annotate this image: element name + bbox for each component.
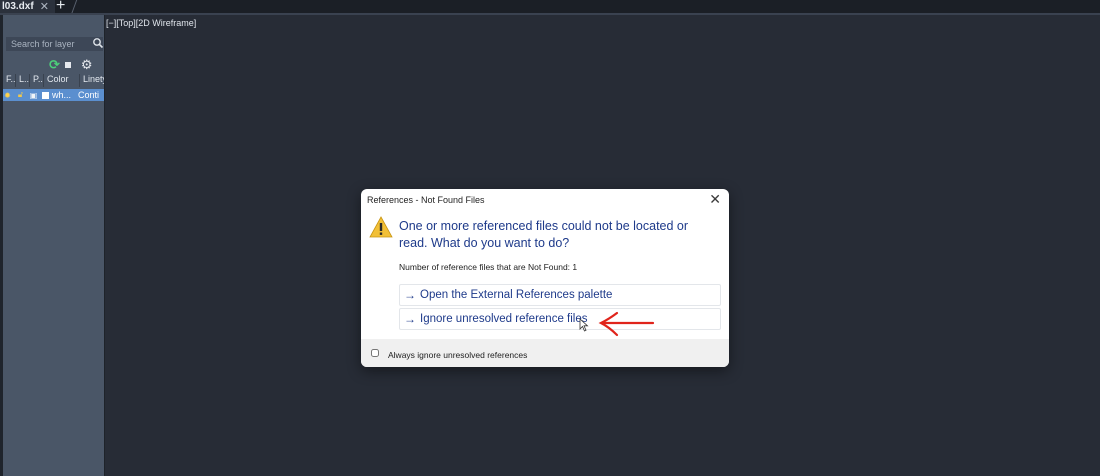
- sun-icon[interactable]: ✹: [3, 91, 12, 100]
- command-link-label: Ignore unresolved reference files: [420, 313, 588, 325]
- column-header[interactable]: Linety: [80, 74, 104, 87]
- warning-icon: [369, 216, 393, 238]
- viewport-border: [104, 15, 105, 476]
- always-ignore-checkbox[interactable]: [371, 349, 379, 357]
- panel-toolbar: ⟳ ⚙: [49, 57, 93, 73]
- column-header[interactable]: F..: [3, 74, 16, 87]
- add-tab-icon[interactable]: +: [56, 0, 65, 15]
- mouse-cursor-icon: [579, 318, 589, 332]
- gear-icon[interactable]: ⚙: [81, 57, 93, 73]
- file-tab[interactable]: l03.dxf ✕: [0, 0, 55, 13]
- references-dialog: References - Not Found Files ✕ One or mo…: [361, 189, 729, 367]
- dialog-title: References - Not Found Files: [367, 195, 485, 205]
- search-icon[interactable]: [92, 37, 104, 49]
- close-icon[interactable]: ✕: [40, 0, 49, 13]
- column-header[interactable]: P..: [30, 74, 44, 87]
- viewport-label[interactable]: [−][Top][2D Wireframe]: [106, 18, 196, 28]
- document-tab-bar: l03.dxf ✕ +: [0, 0, 1100, 15]
- column-header[interactable]: L..: [16, 74, 30, 87]
- arrow-right-icon: →: [404, 312, 416, 326]
- annotation-arrow-icon: [598, 311, 655, 337]
- always-ignore-label[interactable]: Always ignore unresolved references: [388, 350, 527, 360]
- ignore-unresolved-button[interactable]: → Ignore unresolved reference files: [399, 308, 721, 330]
- dialog-footer: Always ignore unresolved references: [361, 339, 729, 367]
- square-icon[interactable]: [64, 62, 71, 68]
- color-swatch[interactable]: [42, 91, 49, 99]
- file-tab-label: l03.dxf: [2, 1, 34, 12]
- open-xref-palette-button[interactable]: → Open the External References palette: [399, 284, 721, 306]
- layer-panel: ⟳ ⚙ F.. L.. P.. Color Linety ✹ 🔓︎ ▣ wh..…: [0, 15, 104, 476]
- not-found-count: Number of reference files that are Not F…: [399, 262, 578, 272]
- close-icon[interactable]: ✕: [709, 191, 721, 208]
- lock-icon[interactable]: 🔓︎: [16, 90, 25, 100]
- command-link-label: Open the External References palette: [420, 289, 613, 301]
- layer-table-header: F.. L.. P.. Color Linety: [3, 74, 104, 87]
- layer-search-input[interactable]: [6, 37, 103, 51]
- arrow-right-icon: →: [404, 288, 416, 302]
- layer-linetype: Conti: [78, 90, 100, 100]
- column-header[interactable]: Color: [44, 74, 80, 87]
- layer-row[interactable]: ✹ 🔓︎ ▣ wh... Conti: [3, 89, 104, 101]
- layer-color-name: wh...: [52, 90, 72, 100]
- dialog-heading: One or more referenced files could not b…: [399, 219, 689, 250]
- refresh-icon[interactable]: ⟳: [49, 57, 60, 73]
- tab-divider: [71, 0, 78, 13]
- printer-icon[interactable]: ▣: [29, 91, 38, 100]
